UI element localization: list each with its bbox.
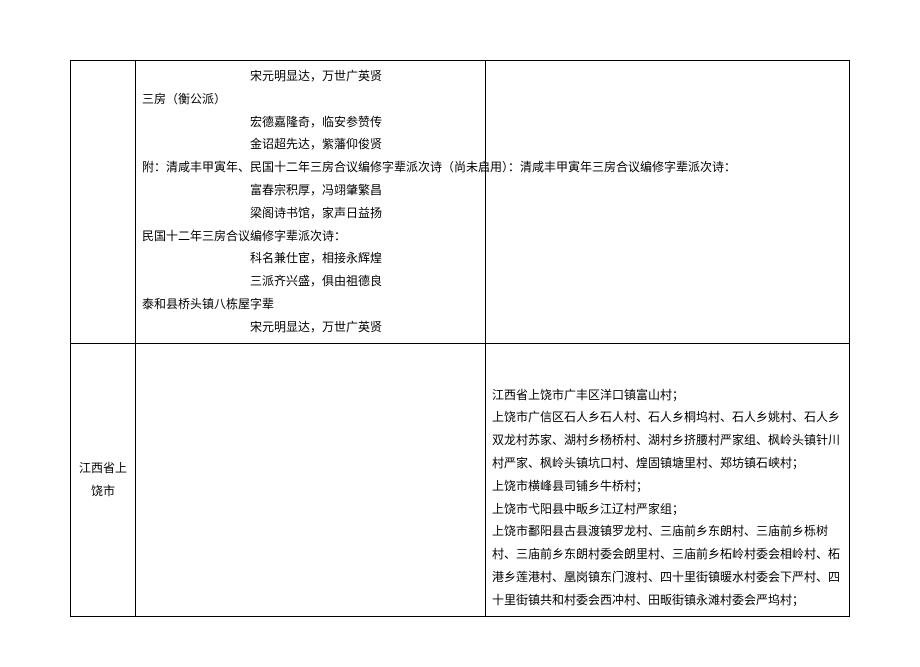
text-line: 宋元明显达，万世广英贤 (142, 316, 479, 339)
table-row: 宋元明显达，万世广英贤三房（衡公派）宏德嘉隆奇，临安参赞传金诏超先达，紫藩仰俊贤… (71, 61, 850, 344)
text-line: 富春宗积厚，冯翊肇繁昌 (142, 179, 479, 202)
text-line: 上饶市弋阳县中畈乡江辽村严家组； (492, 498, 843, 521)
text-line: 民国十二年三房合议编修字辈派次诗： (142, 225, 479, 248)
text-line: 梁阁诗书馆，家声日益扬 (142, 202, 479, 225)
row2-label-cell: 江西省上饶市 (71, 343, 136, 616)
text-line: 上饶市广信区石人乡石人村、石人乡桐坞村、石人乡姚村、石人乡双龙村苏家、湖村乡杨桥… (492, 406, 843, 474)
text-line: 附：清咸丰甲寅年、民国十二年三房合议编修字辈派次诗（尚未启用）：清咸丰甲寅年三房… (142, 156, 479, 179)
table-row: 江西省上饶市 江西省上饶市广丰区洋口镇富山村；上饶市广信区石人乡石人村、石人乡桐… (71, 343, 850, 616)
text-line: 三派齐兴盛，俱由祖德良 (142, 270, 479, 293)
text-line: 三房（衡公派） (142, 88, 479, 111)
row1-middle-cell: 宋元明显达，万世广英贤三房（衡公派）宏德嘉隆奇，临安参赞传金诏超先达，紫藩仰俊贤… (136, 61, 486, 344)
text-line: 上饶市横峰县司铺乡牛桥村； (492, 475, 843, 498)
row2-middle-cell (136, 343, 486, 616)
row1-right-cell (486, 61, 850, 344)
text-line: 江西省上饶市广丰区洋口镇富山村； (492, 384, 843, 407)
row1-label-cell (71, 61, 136, 344)
text-line: 宏德嘉隆奇，临安参赞传 (142, 111, 479, 134)
text-line: 宋元明显达，万世广英贤 (142, 65, 479, 88)
row2-right-cell: 江西省上饶市广丰区洋口镇富山村；上饶市广信区石人乡石人村、石人乡桐坞村、石人乡姚… (486, 343, 850, 616)
text-line: 科名兼仕宦，相接永辉煌 (142, 247, 479, 270)
text-line: 泰和县桥头镇八栋屋字辈 (142, 293, 479, 316)
row2-label: 江西省上饶市 (79, 461, 127, 498)
text-line: 上饶市鄱阳县古县渡镇罗龙村、三庙前乡东朗村、三庙前乡栎树村、三庙前乡东朗村委会朗… (492, 520, 843, 611)
text-line: 金诏超先达，紫藩仰俊贤 (142, 133, 479, 156)
